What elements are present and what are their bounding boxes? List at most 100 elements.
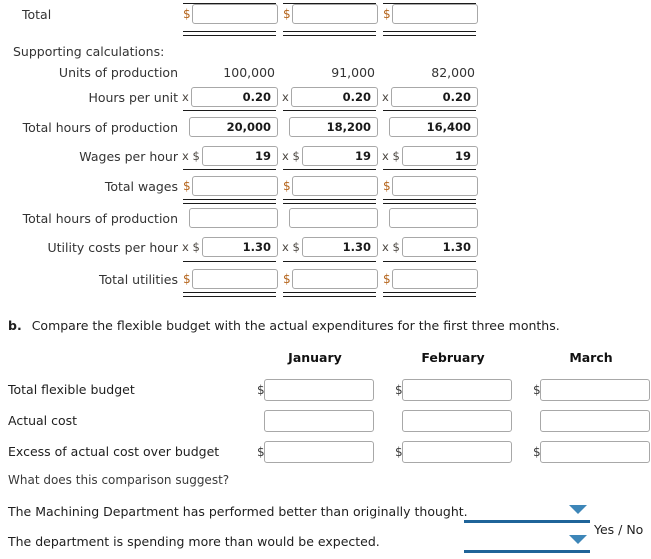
input-excess-january[interactable] bbox=[264, 441, 374, 463]
input-actual-cost-march[interactable] bbox=[540, 410, 650, 432]
input-utility-cost-february[interactable]: 1.30 bbox=[302, 237, 378, 257]
dollar-sign: $ bbox=[383, 7, 391, 21]
input-actual-cost-january[interactable] bbox=[264, 410, 374, 432]
dollar-sign: $ bbox=[383, 272, 391, 286]
input-flexible-budget-january[interactable] bbox=[264, 379, 374, 401]
table-cell: x $ 19 bbox=[281, 142, 380, 171]
chevron-down-icon[interactable] bbox=[569, 535, 587, 544]
table-row: Utility costs per hour x $ 1.30 x $ 1.30… bbox=[0, 233, 651, 262]
table-cell: $ bbox=[531, 437, 651, 467]
dropdown-statement-2[interactable] bbox=[464, 534, 590, 556]
table-cell bbox=[393, 406, 531, 436]
table-cell bbox=[281, 204, 380, 233]
dollar-sign: $ bbox=[283, 179, 291, 193]
multiply-dollar-operator: x $ bbox=[382, 240, 400, 254]
dropdown-underline bbox=[464, 520, 590, 523]
chevron-down-icon[interactable] bbox=[569, 505, 587, 514]
table-cell: 18,200 bbox=[281, 113, 380, 142]
table-cell: $ bbox=[393, 375, 531, 405]
table-row: Actual cost bbox=[0, 406, 651, 436]
table-cell bbox=[381, 204, 480, 233]
multiply-operator: x bbox=[282, 90, 289, 104]
row-label-excess-of-actual-cost: Excess of actual cost over budget bbox=[8, 444, 220, 459]
row-label-total: Total bbox=[22, 7, 52, 22]
table-cell: $ bbox=[181, 0, 280, 29]
dropdown-underline bbox=[464, 550, 590, 553]
row-label-total-hours-of-production: Total hours of production bbox=[22, 120, 178, 135]
input-total-hours-january[interactable]: 20,000 bbox=[189, 117, 278, 137]
rule-double bbox=[183, 31, 276, 36]
input-total-utilities-february[interactable] bbox=[292, 269, 378, 289]
table-row: Total utilities $ $ $ bbox=[0, 265, 651, 294]
input-total-wages-february[interactable] bbox=[292, 176, 378, 196]
table-cell: x $ 19 bbox=[381, 142, 480, 171]
table-cell: $ bbox=[255, 375, 393, 405]
table-cell: $ bbox=[281, 265, 380, 294]
multiply-dollar-operator: x $ bbox=[382, 149, 400, 163]
table-cell: $ bbox=[281, 172, 380, 201]
dropdown-statement-1[interactable] bbox=[464, 504, 590, 526]
table-cell: $ bbox=[381, 172, 480, 201]
input-total-hours2-january[interactable] bbox=[189, 208, 278, 228]
input-total-hours-february[interactable]: 18,200 bbox=[289, 117, 378, 137]
input-wages-per-hour-january[interactable]: 19 bbox=[202, 146, 278, 166]
input-total-hours-march[interactable]: 16,400 bbox=[389, 117, 478, 137]
input-total-utilities-march[interactable] bbox=[392, 269, 478, 289]
row-label-total-utilities: Total utilities bbox=[99, 272, 178, 287]
input-hours-per-unit-february[interactable]: 0.20 bbox=[291, 87, 378, 107]
input-hours-per-unit-march[interactable]: 0.20 bbox=[391, 87, 478, 107]
table-cell bbox=[181, 204, 280, 233]
dollar-sign: $ bbox=[283, 272, 291, 286]
table-cell: $ bbox=[181, 265, 280, 294]
column-header-march: March bbox=[569, 350, 613, 365]
statement-1-text: The Machining Department has performed b… bbox=[8, 504, 468, 519]
input-total-hours2-february[interactable] bbox=[289, 208, 378, 228]
input-total-wages-january[interactable] bbox=[192, 176, 278, 196]
row-label-total-flexible-budget: Total flexible budget bbox=[8, 382, 135, 397]
input-utility-cost-january[interactable]: 1.30 bbox=[202, 237, 278, 257]
dollar-sign: $ bbox=[183, 179, 191, 193]
input-total-march[interactable] bbox=[392, 4, 478, 24]
multiply-dollar-operator: x $ bbox=[282, 149, 300, 163]
input-total-february[interactable] bbox=[292, 4, 378, 24]
row-label-utility-costs-per-hour: Utility costs per hour bbox=[47, 240, 178, 255]
row-label-actual-cost: Actual cost bbox=[8, 413, 78, 428]
table-cell: 16,400 bbox=[381, 113, 480, 142]
dollar-sign: $ bbox=[383, 179, 391, 193]
table-row: Total hours of production 20,000 18,200 … bbox=[0, 113, 651, 142]
rule-double bbox=[283, 31, 376, 36]
table-cell: $ bbox=[281, 0, 380, 29]
dropdown-options-label: Yes / No bbox=[594, 522, 644, 537]
input-actual-cost-february[interactable] bbox=[402, 410, 512, 432]
input-flexible-budget-february[interactable] bbox=[402, 379, 512, 401]
table-cell: x $ 19 bbox=[181, 142, 280, 171]
input-hours-per-unit-january[interactable]: 0.20 bbox=[191, 87, 278, 107]
table-cell: x $ 1.30 bbox=[181, 233, 280, 262]
table-cell bbox=[531, 406, 651, 436]
input-total-hours2-march[interactable] bbox=[389, 208, 478, 228]
table-cell: $ bbox=[531, 375, 651, 405]
column-header-january: January bbox=[288, 350, 342, 365]
table-row: Total hours of production bbox=[0, 204, 651, 233]
input-utility-cost-march[interactable]: 1.30 bbox=[402, 237, 478, 257]
row-label-total-wages: Total wages bbox=[104, 179, 178, 194]
table-cell: x 0.20 bbox=[281, 83, 380, 112]
table-cell: $ bbox=[381, 265, 480, 294]
table-cell: x 0.20 bbox=[181, 83, 280, 112]
rule-double bbox=[383, 31, 476, 36]
input-excess-february[interactable] bbox=[402, 441, 512, 463]
multiply-operator: x bbox=[382, 90, 389, 104]
multiply-dollar-operator: x $ bbox=[182, 240, 200, 254]
table-cell: $ bbox=[255, 437, 393, 467]
table-row: Hours per unit x 0.20 x 0.20 x 0.20 bbox=[0, 83, 651, 112]
input-flexible-budget-march[interactable] bbox=[540, 379, 650, 401]
input-total-utilities-january[interactable] bbox=[192, 269, 278, 289]
multiply-dollar-operator: x $ bbox=[182, 149, 200, 163]
input-excess-march[interactable] bbox=[540, 441, 650, 463]
input-total-january[interactable] bbox=[192, 4, 278, 24]
input-total-wages-march[interactable] bbox=[392, 176, 478, 196]
input-wages-per-hour-march[interactable]: 19 bbox=[402, 146, 478, 166]
column-header-february: February bbox=[421, 350, 485, 365]
section-b-prompt-text: Compare the flexible budget with the act… bbox=[31, 318, 560, 333]
input-wages-per-hour-february[interactable]: 19 bbox=[302, 146, 378, 166]
